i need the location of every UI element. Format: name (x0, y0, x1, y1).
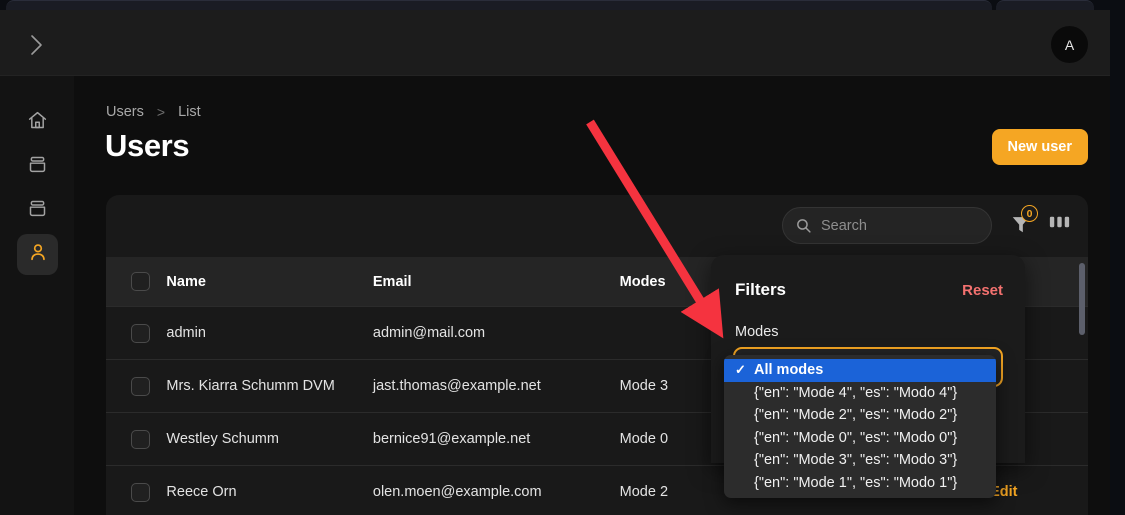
dropdown-option-mode-1[interactable]: {"en": "Mode 1", "es": "Modo 1"} (724, 472, 996, 495)
dropdown-option-mode-4[interactable]: {"en": "Mode 4", "es": "Modo 4"} (724, 382, 996, 405)
page-title: Users (105, 128, 190, 163)
search-input[interactable] (821, 217, 979, 234)
table-toolbar: 0 (106, 195, 1088, 257)
cell-email: bernice91@example.net (372, 412, 620, 466)
avatar[interactable]: A (1051, 26, 1088, 63)
app-root: A Users > List Users New user Search 0 N… (0, 0, 1125, 515)
filters-title: Filters (735, 280, 787, 299)
row-select-cell (106, 306, 167, 360)
cell-email: jast.thomas@example.net (372, 359, 620, 413)
database-icon (27, 154, 48, 180)
row-checkbox[interactable] (131, 482, 150, 502)
sidebar-item-database-1[interactable] (17, 146, 58, 187)
search-box[interactable] (782, 207, 992, 244)
cell-name: Westley Schumm (166, 412, 373, 466)
filters-reset-button[interactable]: Reset (962, 282, 1003, 299)
browser-tab-primary[interactable] (6, 0, 992, 10)
dropdown-option-all-modes[interactable]: All modes (724, 359, 996, 382)
table-scrollbar[interactable] (1079, 263, 1085, 335)
columns-icon[interactable] (1049, 213, 1070, 236)
cell-name: admin (166, 306, 373, 360)
database-icon (27, 198, 48, 224)
top-bar: A (0, 10, 1110, 76)
breadcrumb-separator-icon: > (156, 104, 166, 120)
select-all-header (106, 257, 166, 307)
sidebar-item-home[interactable] (17, 102, 58, 143)
row-select-cell (106, 412, 167, 466)
modes-dropdown-list: All modes {"en": "Mode 4", "es": "Modo 4… (724, 355, 996, 498)
sidebar-item-users[interactable] (17, 234, 58, 275)
search-icon (795, 217, 812, 234)
chevron-right-icon[interactable] (22, 32, 50, 58)
sidebar (0, 76, 74, 515)
cell-name: Reece Orn (166, 465, 373, 515)
cell-email: admin@mail.com (372, 306, 620, 360)
filters-field-label: Modes (735, 324, 779, 340)
breadcrumb-item-users[interactable]: Users (106, 104, 144, 120)
row-checkbox[interactable] (131, 429, 150, 449)
filter-count-badge: 0 (1021, 205, 1038, 222)
select-all-checkbox[interactable] (131, 272, 150, 291)
user-icon (27, 241, 49, 268)
row-checkbox[interactable] (131, 323, 150, 343)
column-header-email[interactable]: Email (373, 257, 620, 307)
cell-email: olen.moen@example.com (372, 465, 620, 515)
browser-chrome-strip (0, 0, 1125, 10)
filters-header: Filters Reset (735, 280, 1003, 300)
breadcrumb-item-list[interactable]: List (178, 104, 201, 120)
new-user-button[interactable]: New user (991, 129, 1088, 165)
dropdown-option-mode-3[interactable]: {"en": "Mode 3", "es": "Modo 3"} (724, 449, 996, 472)
row-select-cell (106, 359, 167, 413)
row-select-cell (106, 465, 167, 515)
row-checkbox[interactable] (131, 376, 150, 396)
dropdown-option-mode-2[interactable]: {"en": "Mode 2", "es": "Modo 2"} (724, 404, 996, 427)
column-header-name[interactable]: Name (166, 257, 372, 307)
home-icon (27, 110, 48, 136)
browser-tab-secondary[interactable] (996, 0, 1094, 10)
breadcrumb: Users > List (106, 104, 201, 120)
avatar-initial: A (1064, 36, 1075, 53)
cell-name: Mrs. Kiarra Schumm DVM (166, 359, 373, 413)
sidebar-item-database-2[interactable] (17, 190, 58, 231)
dropdown-option-mode-0[interactable]: {"en": "Mode 0", "es": "Modo 0"} (724, 427, 996, 450)
